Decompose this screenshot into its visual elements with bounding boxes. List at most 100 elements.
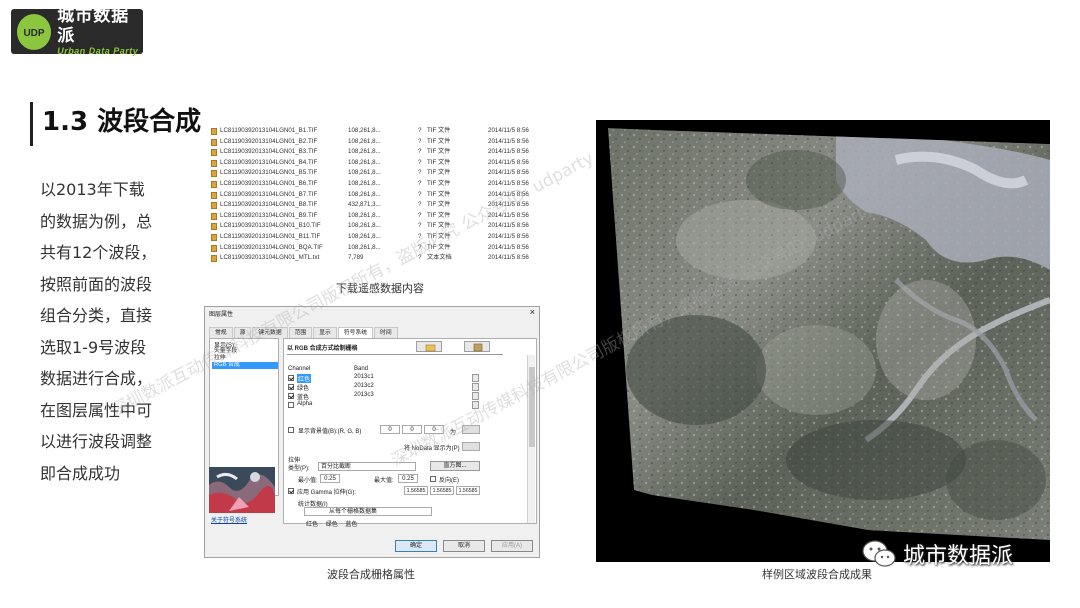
max-label: 最大值: <box>374 478 394 484</box>
statistics-columns: 红色 绿色 蓝色 <box>306 519 363 528</box>
file-icon <box>211 180 217 188</box>
svg-text:UDP: UDP <box>24 28 45 39</box>
save-layer-button[interactable] <box>464 341 490 352</box>
tab-2[interactable]: 键元数据 <box>252 327 288 338</box>
channel-alpha-checkbox[interactable] <box>288 402 294 408</box>
stretch-type-select[interactable]: 百分比截断 <box>318 462 416 471</box>
file-flag: ? <box>418 232 422 240</box>
nodata-color-picker[interactable] <box>462 442 480 451</box>
tab-3[interactable]: 范围 <box>288 327 313 338</box>
cancel-button[interactable]: 取消 <box>443 540 485 552</box>
as-label: 为 <box>450 430 457 436</box>
body-line: 按照前面的波段 <box>40 274 153 294</box>
file-size: 7,789 <box>348 254 364 262</box>
chevron-down-icon[interactable] <box>472 392 479 400</box>
file-row[interactable]: LC81190392013104LGN01_B3.TIF 108,261,8...… <box>208 147 544 158</box>
background-label: 显示背景值(B):(R, G, B) <box>298 429 362 435</box>
channel-name: 蓝色 <box>297 395 310 401</box>
wechat-icon <box>862 540 896 567</box>
file-name: LC81190392013104LGN01_B9.TIF <box>220 211 318 219</box>
channel-row-green[interactable]: 绿色 2013c2 <box>288 383 480 392</box>
panel-divider <box>287 354 503 355</box>
tab-4[interactable]: 显示 <box>313 327 337 338</box>
histogram-button[interactable]: 直方图... <box>430 461 480 471</box>
file-row[interactable]: LC81190392013104LGN01_MTL.txt 7,789? 文本文档 2… <box>208 253 544 264</box>
file-date: 2014/11/5 8:56 <box>488 179 529 187</box>
channel-row-alpha[interactable]: Alpha <box>288 401 480 410</box>
file-flag: ? <box>418 222 422 230</box>
channel-name: 红色 <box>297 374 312 383</box>
body-line: 以进行波段调整 <box>40 432 153 451</box>
channel-red-checkbox[interactable] <box>288 375 294 381</box>
file-icon <box>211 202 217 210</box>
apply-button[interactable]: 应用(A) <box>491 540 533 552</box>
file-flag: ? <box>418 201 422 209</box>
about-symbology-link[interactable]: 关于符号系统 <box>211 515 247 524</box>
file-flag: ? <box>418 190 422 198</box>
file-row[interactable]: LC81190392013104LGN01_B4.TIF 108,261,8...… <box>208 158 544 169</box>
file-name: LC81190392013104LGN01_B1.TIF <box>220 127 318 134</box>
file-date: 2014/11/5 8:56 <box>488 211 529 219</box>
chevron-down-icon[interactable] <box>472 383 479 391</box>
gamma-blue-input[interactable]: 1.56585 <box>456 486 480 495</box>
file-row[interactable]: LC81190392013104LGN01_B2.TIF 108,261,8...… <box>208 137 544 148</box>
tab-6[interactable]: 时间 <box>374 327 398 338</box>
tab-1[interactable]: 源 <box>233 327 252 338</box>
file-flag: ? <box>418 211 422 219</box>
wechat-badge: 城市数据派 <box>861 538 1013 570</box>
file-row[interactable]: LC81190392013104LGN01_B10.TIF 108,261,8..… <box>208 221 544 232</box>
gamma-green-input[interactable]: 1.56585 <box>430 486 454 495</box>
chevron-down-icon[interactable] <box>472 401 479 409</box>
channel-row-red[interactable]: 红色 2013c1 <box>288 374 480 383</box>
gamma-checkbox[interactable] <box>288 488 294 494</box>
stats-col-red: 红色 <box>306 522 319 528</box>
symbology-panel: 以 RGB 合成方式绘制栅格 Channel Band 红色 2013c1 绿色… <box>283 338 537 528</box>
file-size: 108,261,8... <box>348 127 381 134</box>
statistics-select[interactable]: 从每个栅格数据集 <box>304 507 432 516</box>
file-row[interactable]: LC81190392013104LGN01_B1.TIF 108,261,8...… <box>208 126 544 137</box>
channel-green-checkbox[interactable] <box>288 384 294 390</box>
file-icon <box>211 212 217 220</box>
tab-0[interactable]: 常规 <box>209 327 233 338</box>
file-size: 108,261,8... <box>348 137 381 145</box>
file-size: 108,261,8... <box>348 243 381 251</box>
file-row[interactable]: LC81190392013104LGN01_B8.TIF 432,871,3...… <box>208 200 544 211</box>
background-color-picker[interactable] <box>462 425 480 434</box>
bg-b-input[interactable]: 0 <box>424 425 444 434</box>
open-folder-button[interactable] <box>416 341 442 352</box>
body-line: 数据进行合成， <box>40 369 153 388</box>
file-row[interactable]: LC81190392013104LGN01_B7.TIF 108,261,8...… <box>208 190 544 201</box>
show-background-checkbox[interactable] <box>288 427 294 433</box>
min-input[interactable]: 0.25 <box>320 474 340 483</box>
scroll-thumb[interactable] <box>529 367 535 447</box>
file-icon <box>211 149 217 157</box>
gamma-red-input[interactable]: 1.56585 <box>404 486 428 495</box>
channel-row-blue[interactable]: 蓝色 2013c3 <box>288 392 480 401</box>
file-flag: ? <box>418 158 422 166</box>
chevron-down-icon[interactable] <box>472 374 479 382</box>
channel-blue-checkbox[interactable] <box>288 393 294 399</box>
dialog-caption: 波段合成栅格属性 <box>327 568 415 581</box>
tab-strip: 常规源键元数据 范围 显示 符号系统 时间 <box>209 327 399 338</box>
renderer-item-rgb[interactable]: RGB 合成 <box>212 362 278 369</box>
panel-scrollbar[interactable] <box>527 355 535 523</box>
body-line: 选取1-9号波段 <box>40 337 147 357</box>
tab-5[interactable]: 符号系统 <box>337 327 374 338</box>
file-row[interactable]: LC81190392013104LGN01_BQA.TIF 108,261,8..… <box>208 243 544 254</box>
file-row[interactable]: LC81190392013104LGN01_B11.TIF 108,261,8..… <box>208 232 544 243</box>
bg-g-input[interactable]: 0 <box>402 425 422 434</box>
max-input[interactable]: 0.25 <box>398 474 418 483</box>
renderer-item-vector-field[interactable]: 矢量字段 <box>212 348 278 355</box>
bg-r-input[interactable]: 0 <box>380 425 400 434</box>
preview-thumbnail <box>209 467 275 513</box>
invert-checkbox[interactable] <box>430 476 436 482</box>
renderer-item-stretch[interactable]: 拉伸 <box>212 355 278 362</box>
close-icon[interactable]: × <box>530 307 535 317</box>
file-size: 108,261,8... <box>348 222 381 230</box>
file-row[interactable]: LC81190392013104LGN01_B5.TIF 108,261,8...… <box>208 168 544 179</box>
file-icon <box>211 159 217 167</box>
file-row[interactable]: LC81190392013104LGN01_B6.TIF 108,261,8...… <box>208 179 544 190</box>
file-date: 2014/11/5 8:56 <box>488 222 529 230</box>
file-row[interactable]: LC81190392013104LGN01_B9.TIF 108,261,8...… <box>208 211 544 222</box>
ok-button[interactable]: 确定 <box>395 540 437 552</box>
